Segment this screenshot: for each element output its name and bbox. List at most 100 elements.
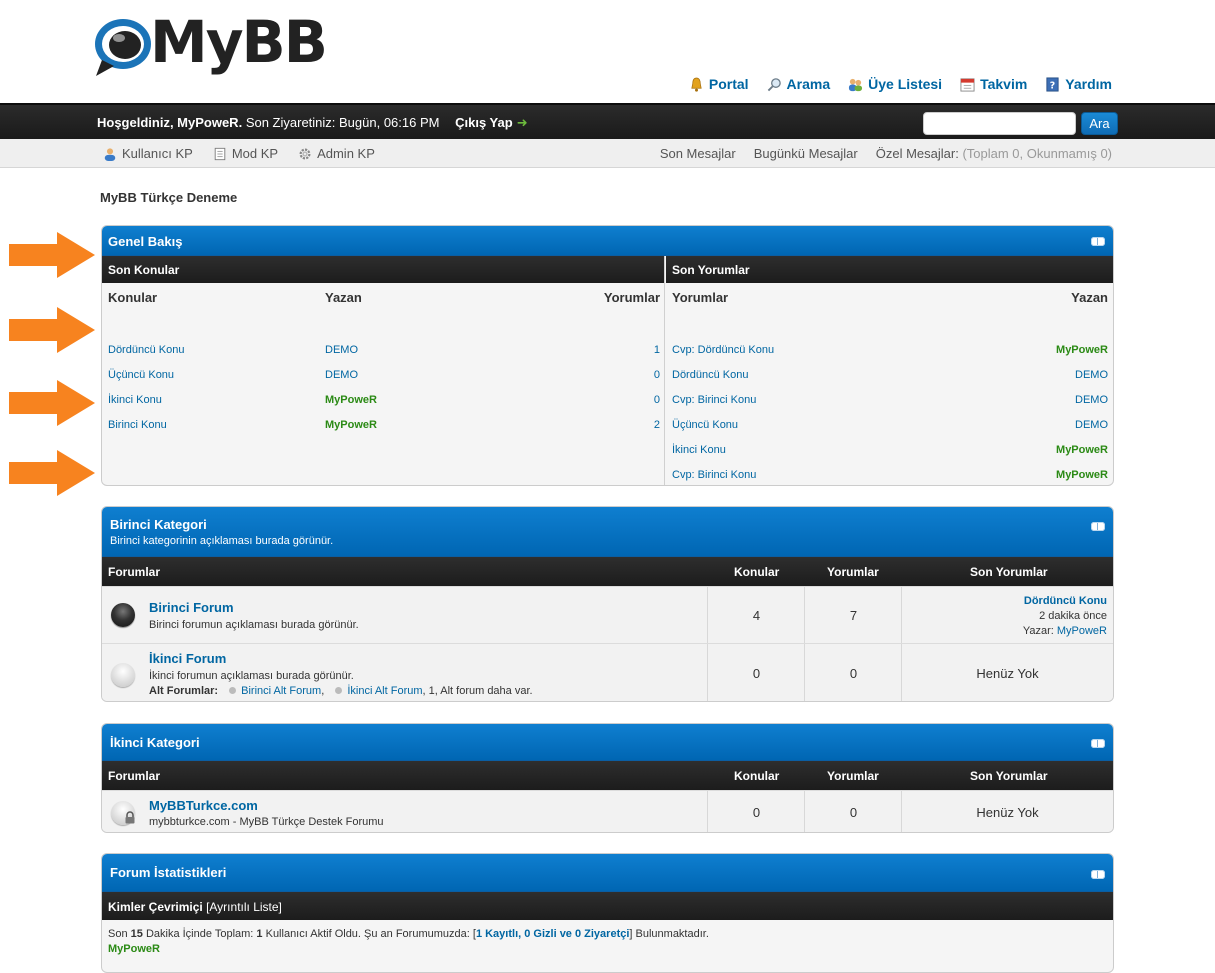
topic-author-link[interactable]: MyPoweR <box>325 419 377 431</box>
forum-name[interactable]: Birinci Forum <box>149 600 234 615</box>
logout-link[interactable]: Çıkış Yap ➜ <box>455 115 527 130</box>
forum-topics-count: 0 <box>707 644 805 701</box>
admincp-link[interactable]: Admin KP <box>298 146 375 161</box>
category-box: İkinci Kategori Forumlar Konular Yorumla… <box>101 723 1114 833</box>
calendar-icon <box>960 77 975 92</box>
topic-link[interactable]: Dördüncü Konu <box>108 344 184 356</box>
search-icon <box>767 77 781 91</box>
collapse-icon[interactable] <box>1091 522 1105 531</box>
top-links: Portal Arama Üye Listesi Takvim ? Yardım <box>689 76 1112 92</box>
category-title[interactable]: Birinci Kategori <box>110 517 207 532</box>
latest-topics-column: Son Konular Konular Yazan Yorumlar Dördü… <box>102 256 665 485</box>
gear-icon <box>299 148 311 159</box>
col-topics: Konular <box>734 769 780 783</box>
lastpost-author-link[interactable]: MyPoweR <box>1057 625 1107 637</box>
stats-title: Forum İstatistikleri <box>110 865 227 880</box>
col-replies-header: Yorumlar <box>603 290 660 305</box>
overview-header: Genel Bakış <box>102 226 1113 256</box>
top-link-label: Arama <box>786 76 831 92</box>
post-link[interactable]: Cvp: Birinci Konu <box>672 394 756 406</box>
latest-post-row: Cvp: Birinci Konu DEMO <box>666 394 1113 419</box>
user-icon <box>104 147 116 161</box>
subforum-link[interactable]: Birinci Alt Forum <box>241 685 321 697</box>
top-link-label: Üye Listesi <box>868 76 943 92</box>
latest-post-row: Cvp: Dördüncü Konu MyPoweR <box>666 344 1113 369</box>
latest-posts-link[interactable]: Son Mesajlar <box>660 146 736 161</box>
forum-name[interactable]: MyBBTurkce.com <box>149 798 258 813</box>
todays-posts-link[interactable]: Bugünkü Mesajlar <box>754 146 858 161</box>
post-link[interactable]: İkinci Konu <box>672 444 726 456</box>
bell-icon <box>691 77 702 92</box>
forum-name[interactable]: İkinci Forum <box>149 651 226 666</box>
online-summary: Son 15 Dakika İçinde Toplam: 1 Kullanıcı… <box>108 928 709 940</box>
post-author-link[interactable]: DEMO <box>1075 369 1108 381</box>
top-link-help[interactable]: ? Yardım <box>1045 76 1112 92</box>
search-input[interactable] <box>923 112 1076 135</box>
panel-label: Kullanıcı KP <box>122 146 193 161</box>
topic-link[interactable]: İkinci Konu <box>108 394 162 406</box>
forum-status-old-icon <box>111 663 135 687</box>
online-details-link[interactable]: [Ayrıntılı Liste] <box>206 900 282 914</box>
category-box: Birinci Kategori Birinci kategorinin açı… <box>101 506 1114 702</box>
subforum-more: , 1, Alt forum daha var. <box>422 685 533 697</box>
collapse-icon[interactable] <box>1091 237 1105 246</box>
mybb-logo[interactable]: MyBB <box>92 8 328 84</box>
top-link-memberlist[interactable]: Üye Listesi <box>848 76 942 92</box>
top-link-calendar[interactable]: Takvim <box>960 76 1027 92</box>
subforum-bullet-icon <box>229 687 237 694</box>
col-posts: Yorumlar <box>827 565 879 579</box>
notepad-icon <box>214 147 226 160</box>
post-link[interactable]: Üçüncü Konu <box>672 419 738 431</box>
search-button[interactable]: Ara <box>1081 112 1118 135</box>
topic-replies-link[interactable]: 0 <box>654 394 660 406</box>
online-user-link[interactable]: MyPoweR <box>108 943 160 955</box>
online-text: ] Bulunmaktadır. <box>629 928 709 940</box>
topic-replies-link[interactable]: 2 <box>654 419 660 431</box>
topic-link[interactable]: Üçüncü Konu <box>108 369 174 381</box>
topic-replies-link[interactable]: 1 <box>654 344 660 356</box>
top-link-search[interactable]: Arama <box>767 76 831 92</box>
post-link[interactable]: Cvp: Birinci Konu <box>672 469 756 481</box>
welcome-greeting: Hoşgeldiniz, MyPoweR. <box>97 115 243 130</box>
top-link-portal[interactable]: Portal <box>689 76 749 92</box>
header: MyBB Portal Arama Üye Listesi Takvim ? Y… <box>0 0 1215 103</box>
category-header: İkinci Kategori <box>102 724 1113 761</box>
latest-post-row: Üçüncü Konu DEMO <box>666 419 1113 444</box>
post-link[interactable]: Dördüncü Konu <box>672 369 748 381</box>
post-author-link[interactable]: DEMO <box>1075 394 1108 406</box>
latest-posts-column: Son Yorumlar Yorumlar Yazan Cvp: Dördünc… <box>666 256 1113 485</box>
collapse-icon[interactable] <box>1091 739 1105 748</box>
welcome-bar: Hoşgeldiniz, MyPoweR. Son Ziyaretiniz: B… <box>0 103 1215 139</box>
post-author-link[interactable]: DEMO <box>1075 419 1108 431</box>
breadcrumb[interactable]: MyBB Türkçe Deneme <box>100 190 237 205</box>
lastpost-time: 2 dakika önce <box>1039 610 1107 622</box>
topic-author-link[interactable]: DEMO <box>325 344 358 356</box>
forum-columns-header: Forumlar Konular Yorumlar Son Yorumlar <box>102 557 1113 586</box>
category-title[interactable]: İkinci Kategori <box>110 735 200 750</box>
subforum-link[interactable]: İkinci Alt Forum <box>347 685 422 697</box>
online-breakdown-link[interactable]: 1 Kayıtlı, 0 Gizli ve 0 Ziyaretçi <box>476 928 629 940</box>
post-author-link[interactable]: MyPoweR <box>1056 344 1108 356</box>
modcp-link[interactable]: Mod KP <box>213 146 278 161</box>
latest-post-row: Cvp: Birinci Konu MyPoweR <box>666 469 1113 485</box>
post-author-link[interactable]: MyPoweR <box>1056 469 1108 481</box>
post-author-link[interactable]: MyPoweR <box>1056 444 1108 456</box>
panel-links-left: Kullanıcı KP Mod KP Admin KP <box>103 146 375 161</box>
private-messages-link[interactable]: Özel Mesajlar: <box>876 146 959 161</box>
svg-text:?: ? <box>1050 80 1055 91</box>
topic-link[interactable]: Birinci Konu <box>108 419 167 431</box>
collapse-icon[interactable] <box>1091 870 1105 879</box>
col-topics: Konular <box>734 565 780 579</box>
col-lastpost: Son Yorumlar <box>970 769 1048 783</box>
topic-author-link[interactable]: DEMO <box>325 369 358 381</box>
topic-author-link[interactable]: MyPoweR <box>325 394 377 406</box>
logo-text: MyBB <box>150 8 328 76</box>
forum-posts-count: 0 <box>804 644 902 701</box>
latest-topics-header: Son Konular <box>102 256 664 283</box>
lastpost-title-link[interactable]: Dördüncü Konu <box>1024 595 1107 607</box>
usercp-link[interactable]: Kullanıcı KP <box>103 146 193 161</box>
col-post-author-header: Yazan <box>1071 290 1108 305</box>
topic-replies-link[interactable]: 0 <box>654 369 660 381</box>
post-link[interactable]: Cvp: Dördüncü Konu <box>672 344 774 356</box>
online-text: Kullanıcı Aktif Oldu. Şu an Forumumuzda:… <box>262 928 476 940</box>
